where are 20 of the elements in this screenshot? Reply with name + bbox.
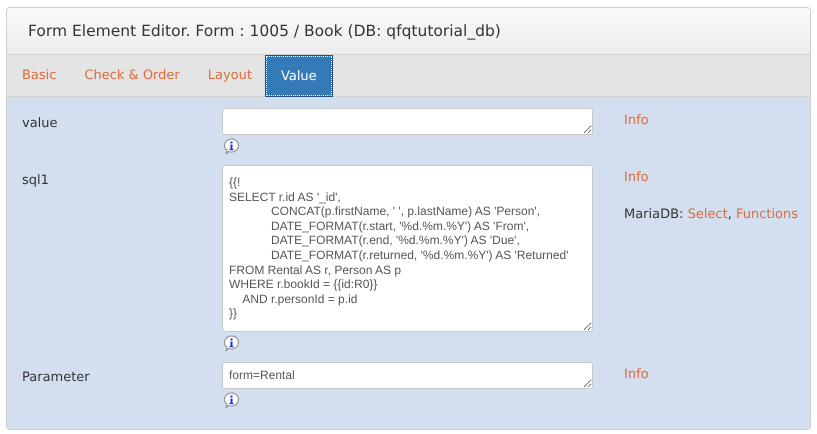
tab[interactable]: Layout [194,55,266,96]
input-field[interactable]: {{! SELECT r.id AS '_id', CONCAT(p.firstName, ' ', p.lastName) AS 'Person', DATE_FORMAT(r.start, '%d.%m.%Y') AS 'From', DATE_FORMAT(r.end, '%d.%m.%Y') AS 'Due', DATE_FORMAT(r.returned, '%d.%m.%Y') AS 'Returned' FROM Rental AS r, Person AS p WHERE r.bookId = {{id:R0}} AND r.personId = p.id }} [222,165,593,332]
info-icon[interactable] [223,392,240,409]
tab[interactable]: Basic [8,55,70,96]
tab[interactable]: Value [266,56,332,96]
info-link[interactable]: Info [624,170,810,185]
info-icon[interactable] [223,335,240,352]
field-label: value [21,115,59,133]
panel-title: Form Element Editor. Form : 1005 / Book (DB: qfqtutorial_db) [28,22,501,40]
info-icon[interactable] [223,138,240,155]
tab[interactable]: Check & Order [70,55,194,96]
input-field[interactable] [222,108,593,135]
docs-link[interactable]: Select [688,207,728,222]
database-links-note: MariaDB: Select, Functions [624,207,800,222]
info-link[interactable]: Info [624,367,810,382]
input-field[interactable]: form=Rental [222,362,593,389]
info-link[interactable]: Info [624,113,810,128]
field-label: sql1 [21,172,50,190]
field-label: Parameter [21,369,91,387]
docs-link[interactable]: Functions [736,207,798,222]
